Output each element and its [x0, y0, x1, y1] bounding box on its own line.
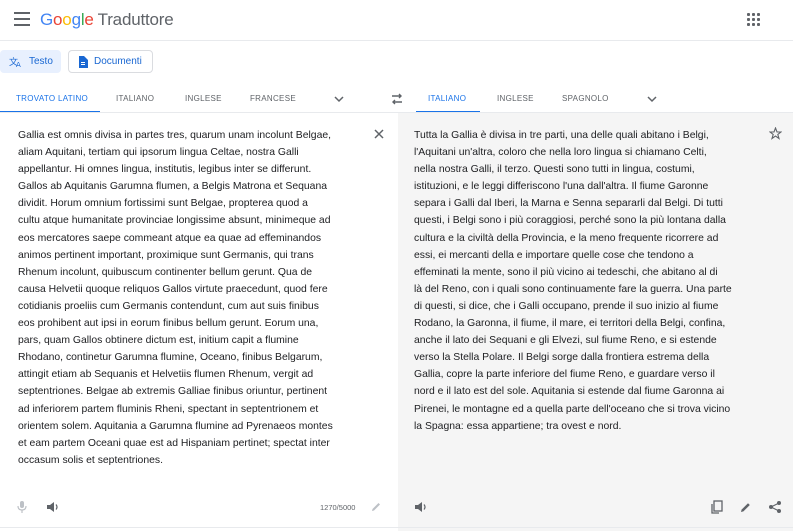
translation-line: Tutta la Gallia è divisa in tre parti, u… — [414, 130, 709, 141]
source-line: septentriones. Belgae ab extremis Gallia… — [18, 386, 328, 398]
logo-letter: o — [53, 10, 63, 29]
target-tab-label: ITALIANO — [428, 94, 467, 103]
source-tab-label: ITALIANO — [116, 94, 155, 103]
source-line: pars, quam Gallos obtinere dictum est, i… — [18, 335, 299, 347]
character-counter: 1270/5000 — [320, 503, 356, 512]
google-translate-logo[interactable]: Google Traduttore — [40, 10, 174, 30]
translation-line: là del Reno, con i quali sono continuame… — [414, 283, 732, 295]
translation-line: separa i Galli dal Iberi, la Marna e Sen… — [414, 198, 723, 210]
source-tab-label: INGLESE — [185, 94, 222, 103]
source-line: et eam partem Oceani quae est ad Hispani… — [18, 437, 330, 449]
translation-line: Rodano, la Garonna, il fiume, il mare, e… — [414, 318, 726, 330]
source-tab-francese[interactable]: FRANCESE — [250, 86, 296, 112]
translation-line: cultura e la civiltà della Provincia, e … — [414, 232, 719, 244]
source-line: Rhenum incolunt, quibuscum continenter b… — [18, 266, 312, 278]
source-text-panel: Gallia est omnis divisa in partes tres, … — [0, 113, 398, 531]
translation-line: Gallia, copre la parte inferiore del fiu… — [414, 369, 715, 381]
svg-text:A: A — [16, 61, 21, 68]
text-mode-button[interactable]: 文 A Testo — [0, 50, 61, 73]
target-tab-label: SPAGNOLO — [562, 94, 609, 103]
translation-line: anche il lato dei Sequani e gli Elvezi, … — [414, 335, 717, 347]
target-language-bar: ITALIANO INGLESE SPAGNOLO — [410, 86, 793, 113]
source-tab-detected-latin[interactable]: TROVATO LATINO — [0, 86, 101, 113]
source-line: causa Helvetii quoque reliquos Gallos vi… — [18, 283, 328, 295]
star-icon[interactable] — [769, 127, 782, 140]
source-language-bar: TROVATO LATINO ITALIANO INGLESE FRANCESE — [0, 86, 380, 113]
translation-line: la Spagna: essa appartiene; tra ovest e … — [414, 420, 622, 432]
source-line: ad inferiorem partem fluminis Rheni, spe… — [18, 403, 319, 415]
target-tab-italiano[interactable]: ITALIANO — [416, 86, 481, 113]
source-line: orientem solem. Aquitania a Garumna flum… — [18, 420, 333, 432]
apps-grid-icon[interactable] — [747, 13, 760, 26]
translation-line: nord e il lato est del sole. Aquitania s… — [414, 386, 725, 398]
logo-letter: G — [40, 10, 54, 29]
translation-line: questi, i Belgi sono i più coraggiosi, p… — [414, 215, 726, 227]
source-line: cultu atque humanitate provinciae longis… — [18, 215, 331, 227]
source-line: eos mercatores saepe commeant atque ea q… — [18, 232, 322, 244]
app-header: Google Traduttore — [0, 0, 793, 40]
source-line: animos pertinent important, proximique s… — [18, 249, 314, 261]
translation-line: effeminati la mente, sono il più vicino … — [414, 266, 718, 278]
translation-output: Tutta la Gallia è divisa in tre parti, u… — [414, 127, 764, 435]
logo-letter: e — [84, 10, 94, 29]
target-tab-spagnolo[interactable]: SPAGNOLO — [562, 86, 609, 112]
translation-line: essi, ei mercanti della e importare quel… — [414, 249, 694, 261]
pencil-icon[interactable] — [370, 501, 382, 513]
target-tab-label: INGLESE — [497, 94, 534, 103]
source-line: cotidianis proeliis cum Germanis contend… — [18, 300, 319, 312]
source-textarea[interactable]: Gallia est omnis divisa in partes tres, … — [18, 127, 368, 469]
translation-line: nella nostra Galli, il terzo. Questi son… — [414, 164, 695, 176]
hamburger-menu-icon[interactable] — [14, 12, 30, 26]
chevron-down-icon[interactable] — [646, 93, 658, 105]
target-tab-inglese[interactable]: INGLESE — [497, 86, 534, 112]
text-mode-label: Testo — [29, 56, 53, 67]
speaker-icon[interactable] — [46, 500, 60, 514]
source-line: dividit. Horum omnium fortissimi sunt Be… — [18, 198, 308, 210]
source-tab-label: TROVATO LATINO — [16, 94, 89, 103]
logo-letter: g — [71, 10, 81, 29]
source-line: aliam Aquitani, tertiam qui ipsorum ling… — [18, 147, 299, 159]
source-line: eos prohibent aut ipsi in eorum finibus … — [18, 318, 319, 330]
share-icon[interactable] — [768, 500, 782, 514]
document-icon — [79, 55, 88, 68]
product-name: Traduttore — [97, 10, 174, 29]
swap-languages-icon[interactable] — [389, 91, 405, 107]
pencil-icon[interactable] — [739, 501, 752, 514]
source-line: attingit etiam ab Sequanis et Helvetiis … — [18, 369, 314, 381]
documents-mode-button[interactable]: Documenti — [68, 50, 153, 73]
source-line: Gallia est omnis divisa in partes tres, … — [18, 130, 332, 141]
translation-line: di questi, si dice, che i Galli occupano… — [414, 300, 719, 312]
source-line: Rhodano, continetur Garumna flumine, Oce… — [18, 352, 323, 364]
source-tab-inglese[interactable]: INGLESE — [185, 86, 222, 112]
speaker-icon[interactable] — [414, 500, 428, 514]
translation-line: istituzioni, e le leggi differiscono l'u… — [414, 181, 709, 193]
microphone-icon[interactable] — [16, 500, 28, 514]
close-icon[interactable] — [373, 128, 385, 140]
translate-icon: 文 A — [9, 56, 21, 68]
translation-line: verso la Stella Polare. Il Belgi sorge d… — [414, 352, 710, 364]
source-tab-label: FRANCESE — [250, 94, 296, 103]
header-divider — [0, 40, 793, 41]
chevron-down-icon[interactable] — [333, 93, 345, 105]
source-line: Gallos ab Aquitanis Garumna flumen, a Be… — [18, 181, 328, 193]
source-tab-italiano[interactable]: ITALIANO — [116, 86, 154, 112]
source-line: appellantur. Hi omnes lingua, institutis… — [18, 164, 312, 176]
bottom-divider — [0, 527, 793, 528]
copy-icon[interactable] — [710, 500, 724, 514]
translation-line: Pirenei, le montagne ed a quella parte d… — [414, 403, 731, 415]
translation-line: l'Aquitani un'altra, coloro che nella lo… — [414, 147, 707, 159]
logo-letter: o — [62, 10, 72, 29]
documents-mode-label: Documenti — [94, 56, 142, 67]
translation-panel: Tutta la Gallia è divisa in tre parti, u… — [398, 113, 793, 531]
source-line: occasum solis et septentriones. — [18, 454, 163, 466]
